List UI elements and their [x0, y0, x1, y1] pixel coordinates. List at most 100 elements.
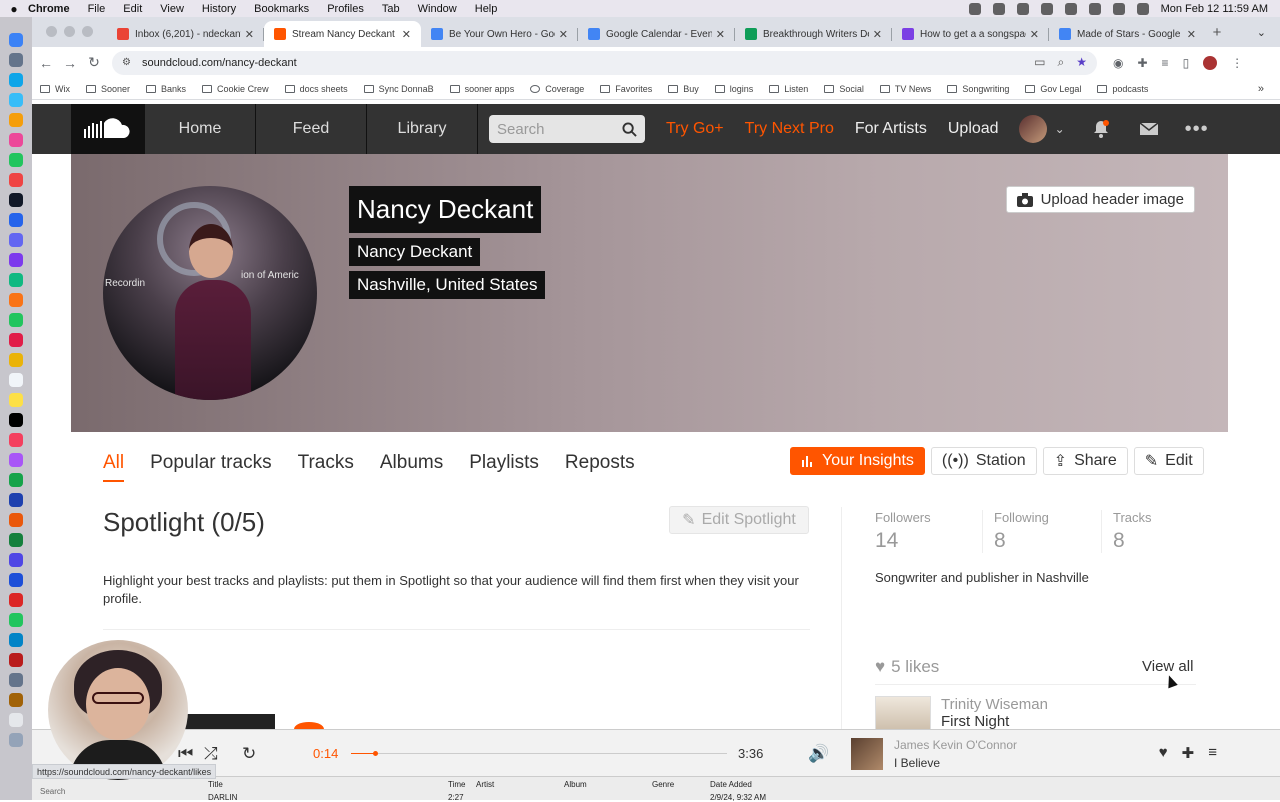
menu-bookmarks[interactable]: Bookmarks: [254, 3, 309, 15]
tracks-stat[interactable]: Tracks 8: [1113, 510, 1221, 553]
bookmark-item[interactable]: logins: [714, 84, 753, 94]
bookmark-item[interactable]: Listen: [769, 84, 808, 94]
spotlight-search-icon[interactable]: [1112, 2, 1125, 15]
word-icon[interactable]: [9, 493, 23, 507]
close-tab-icon[interactable]: ✕: [559, 28, 568, 41]
messages-envelope-icon[interactable]: [1139, 119, 1159, 139]
close-tab-icon[interactable]: ✕: [873, 28, 882, 41]
tab-tracks[interactable]: Tracks: [298, 452, 354, 482]
tab-popular-tracks[interactable]: Popular tracks: [150, 452, 271, 482]
zoom-icon[interactable]: ⌕: [1058, 55, 1065, 70]
maps-icon[interactable]: [9, 273, 23, 287]
now-playing-artist[interactable]: James Kevin O'Connor: [894, 738, 1017, 752]
bookmark-item[interactable]: Songwriting: [947, 84, 1009, 94]
control-center-icon[interactable]: [1136, 2, 1149, 15]
site-info-icon[interactable]: ⚙: [122, 57, 134, 68]
browser-tab[interactable]: How to get a a songspace ✕: [892, 21, 1049, 47]
close-tab-icon[interactable]: ✕: [716, 28, 725, 41]
zoom-window-icon[interactable]: [82, 26, 93, 37]
skip-back-icon[interactable]: ⏮: [178, 744, 193, 764]
follow-user-icon[interactable]: ✚: [1182, 744, 1195, 762]
notes-icon[interactable]: [9, 353, 23, 367]
trash-icon[interactable]: [9, 733, 23, 747]
spotify-dock-icon[interactable]: [9, 473, 23, 487]
dictionary-icon[interactable]: [9, 653, 23, 667]
browser-tab[interactable]: Made of Stars - Google Do ✕: [1049, 21, 1206, 47]
battery-icon[interactable]: [1088, 2, 1101, 15]
tab-search-icon[interactable]: ⌄: [1257, 26, 1266, 47]
close-tab-icon[interactable]: ✕: [245, 28, 254, 41]
pages-icon[interactable]: [9, 293, 23, 307]
extensions-puzzle-icon[interactable]: ✚: [1137, 56, 1147, 70]
menu-file[interactable]: File: [88, 3, 106, 15]
nav-library[interactable]: Library: [367, 104, 478, 154]
bookmark-item[interactable]: Favorites: [600, 84, 652, 94]
upload-link[interactable]: Upload: [948, 120, 999, 138]
bookmark-item[interactable]: Gov Legal: [1025, 84, 1081, 94]
install-icon[interactable]: ▭: [1034, 55, 1045, 70]
podcasts-icon[interactable]: [9, 453, 23, 467]
soundcloud-logo-icon[interactable]: [71, 104, 145, 154]
bookmark-item[interactable]: sooner apps: [449, 84, 514, 94]
bookmark-item[interactable]: podcasts: [1097, 84, 1148, 94]
menu-view[interactable]: View: [160, 3, 184, 15]
profile-avatar[interactable]: Recordin ion of Americ: [103, 186, 317, 400]
liked-track-title[interactable]: First Night: [941, 713, 1048, 730]
your-insights-button[interactable]: Your Insights: [790, 447, 925, 475]
bookmark-item[interactable]: Sync DonnaB: [363, 84, 434, 94]
menu-window[interactable]: Window: [418, 3, 457, 15]
playback-progress-bar[interactable]: [351, 751, 727, 756]
bookmark-item[interactable]: Social: [824, 84, 864, 94]
browser-tab-active[interactable]: Stream Nancy Deckant mu ✕: [264, 21, 421, 47]
close-tab-icon[interactable]: ✕: [1187, 28, 1196, 41]
followers-stat[interactable]: Followers 14: [875, 510, 983, 553]
profile-avatar-icon[interactable]: [1203, 55, 1218, 70]
itunes-row[interactable]: DARLIN 2:27 2/9/24, 9:32 AM: [208, 793, 800, 802]
bookmark-item[interactable]: docs sheets: [284, 84, 348, 94]
nav-home[interactable]: Home: [145, 104, 256, 154]
facetime-icon[interactable]: [9, 313, 23, 327]
notifications-bell-icon[interactable]: [1091, 119, 1111, 139]
bookmark-item[interactable]: TV News: [879, 84, 931, 94]
omnibox[interactable]: ⚙ soundcloud.com/nancy-deckant ▭ ⌕ ★: [112, 50, 1097, 75]
shuffle-icon[interactable]: ⤮: [204, 744, 218, 764]
media-icon[interactable]: ≡: [1162, 56, 1169, 70]
reload-icon[interactable]: ↻: [82, 54, 106, 71]
try-go-link[interactable]: Try Go+: [666, 120, 724, 138]
bookmark-app-icon[interactable]: [9, 253, 23, 267]
browser-tab[interactable]: Inbox (6,201) - ndeckant@ ✕: [107, 21, 264, 47]
sidebar-icon[interactable]: ▯: [1183, 56, 1190, 70]
more-bookmarks-icon[interactable]: »: [1258, 83, 1264, 95]
safari-icon[interactable]: [9, 93, 23, 107]
likes-heading[interactable]: ♥ 5 likes: [875, 657, 939, 677]
station-button[interactable]: ((•)) Station: [930, 447, 1037, 475]
menu-history[interactable]: History: [202, 3, 236, 15]
excel-icon[interactable]: [9, 533, 23, 547]
folder-icon[interactable]: [9, 693, 23, 707]
music-dock-icon[interactable]: [9, 173, 23, 187]
tab-all[interactable]: All: [103, 452, 125, 482]
back-icon[interactable]: ←: [34, 55, 58, 71]
now-playing-title[interactable]: I Believe: [894, 756, 940, 770]
chrome-menu-icon[interactable]: ⋮: [1231, 56, 1243, 70]
more-options-icon[interactable]: •••: [1185, 118, 1209, 141]
browser-tab[interactable]: Google Calendar - Event d ✕: [578, 21, 735, 47]
messages-icon[interactable]: [9, 153, 23, 167]
menu-help[interactable]: Help: [475, 3, 498, 15]
sync-icon[interactable]: [992, 2, 1005, 15]
apple-menu-icon[interactable]: ●: [0, 2, 28, 16]
photos-icon[interactable]: [9, 133, 23, 147]
browser-tab[interactable]: Breakthrough Writers Deb ✕: [735, 21, 892, 47]
tab-playlists[interactable]: Playlists: [469, 452, 539, 482]
close-tab-icon[interactable]: ✕: [402, 28, 411, 41]
liked-track-artist[interactable]: Trinity Wiseman: [941, 696, 1048, 713]
url-text[interactable]: soundcloud.com/nancy-deckant: [142, 57, 297, 69]
chrome-icon[interactable]: [9, 113, 23, 127]
edit-spotlight-button[interactable]: ✎ Edit Spotlight: [669, 506, 809, 534]
powerpoint-icon[interactable]: [9, 513, 23, 527]
extension-icon[interactable]: ◉: [1113, 56, 1123, 70]
reminders-icon[interactable]: [9, 373, 23, 387]
share-button[interactable]: ⇪ Share: [1042, 447, 1128, 475]
acrobat-icon[interactable]: [9, 593, 23, 607]
menu-app-name[interactable]: Chrome: [28, 3, 70, 15]
